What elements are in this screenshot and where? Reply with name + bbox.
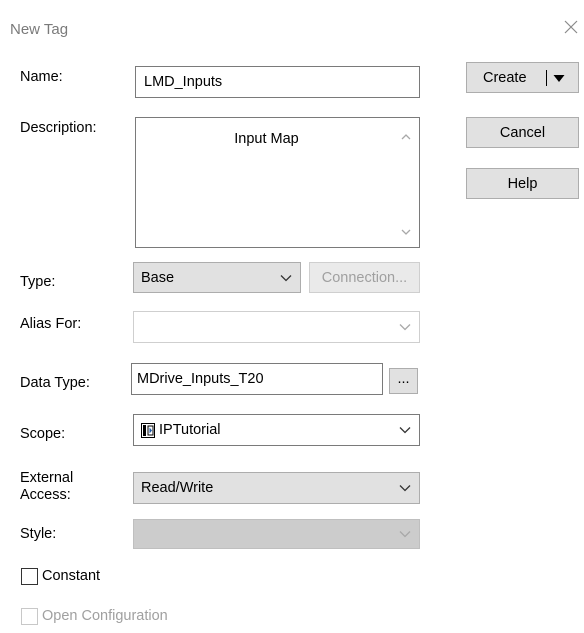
close-icon[interactable] bbox=[562, 18, 580, 36]
chevron-down-icon bbox=[399, 427, 411, 434]
type-dropdown[interactable]: Base bbox=[133, 262, 301, 293]
data-type-input[interactable]: MDrive_Inputs_T20 bbox=[131, 363, 383, 395]
style-label: Style: bbox=[20, 526, 57, 542]
name-input-value: LMD_Inputs bbox=[144, 74, 223, 90]
style-dropdown[interactable] bbox=[133, 519, 420, 549]
external-access-value: Read/Write bbox=[141, 480, 214, 496]
split-divider bbox=[546, 70, 547, 86]
open-configuration-label[interactable]: Open Configuration bbox=[42, 608, 168, 625]
scroll-down-icon[interactable] bbox=[400, 227, 412, 237]
chevron-down-icon bbox=[399, 324, 411, 331]
type-label: Type: bbox=[20, 274, 56, 290]
data-type-browse-button[interactable]: ... bbox=[389, 368, 418, 394]
open-configuration-checkbox[interactable] bbox=[21, 608, 38, 625]
name-input[interactable]: LMD_Inputs bbox=[135, 66, 420, 98]
scope-label: Scope: bbox=[20, 426, 66, 442]
type-value: Base bbox=[141, 269, 175, 286]
external-access-dropdown[interactable]: Read/Write bbox=[133, 472, 420, 504]
scroll-up-icon[interactable] bbox=[400, 132, 412, 142]
description-text: Input Map bbox=[234, 131, 299, 147]
data-type-label: Data Type: bbox=[20, 375, 90, 391]
data-type-value: MDrive_Inputs_T20 bbox=[137, 371, 264, 387]
chevron-down-icon bbox=[399, 531, 411, 538]
constant-label[interactable]: Constant bbox=[42, 568, 100, 585]
alias-for-label: Alias For: bbox=[20, 316, 82, 332]
external-access-label: External Access: bbox=[20, 470, 74, 503]
controller-icon bbox=[141, 422, 155, 438]
scope-dropdown[interactable]: IPTutorial bbox=[133, 414, 420, 446]
scope-value: IPTutorial bbox=[159, 422, 221, 438]
description-textarea[interactable]: Input Map bbox=[135, 117, 420, 248]
description-label: Description: bbox=[20, 120, 97, 136]
constant-checkbox[interactable] bbox=[21, 568, 38, 585]
create-button-label: Create bbox=[483, 69, 527, 86]
dialog-title: New Tag bbox=[10, 21, 69, 38]
connection-button[interactable]: Connection... bbox=[309, 262, 420, 293]
dropdown-arrow-icon[interactable] bbox=[553, 74, 565, 83]
alias-for-dropdown[interactable] bbox=[133, 311, 420, 343]
chevron-down-icon bbox=[399, 485, 411, 492]
name-label: Name: bbox=[20, 69, 63, 85]
cancel-button[interactable]: Cancel bbox=[466, 117, 579, 148]
chevron-down-icon bbox=[280, 274, 292, 281]
help-button[interactable]: Help bbox=[466, 168, 579, 199]
create-split-button[interactable]: Create bbox=[466, 62, 579, 93]
